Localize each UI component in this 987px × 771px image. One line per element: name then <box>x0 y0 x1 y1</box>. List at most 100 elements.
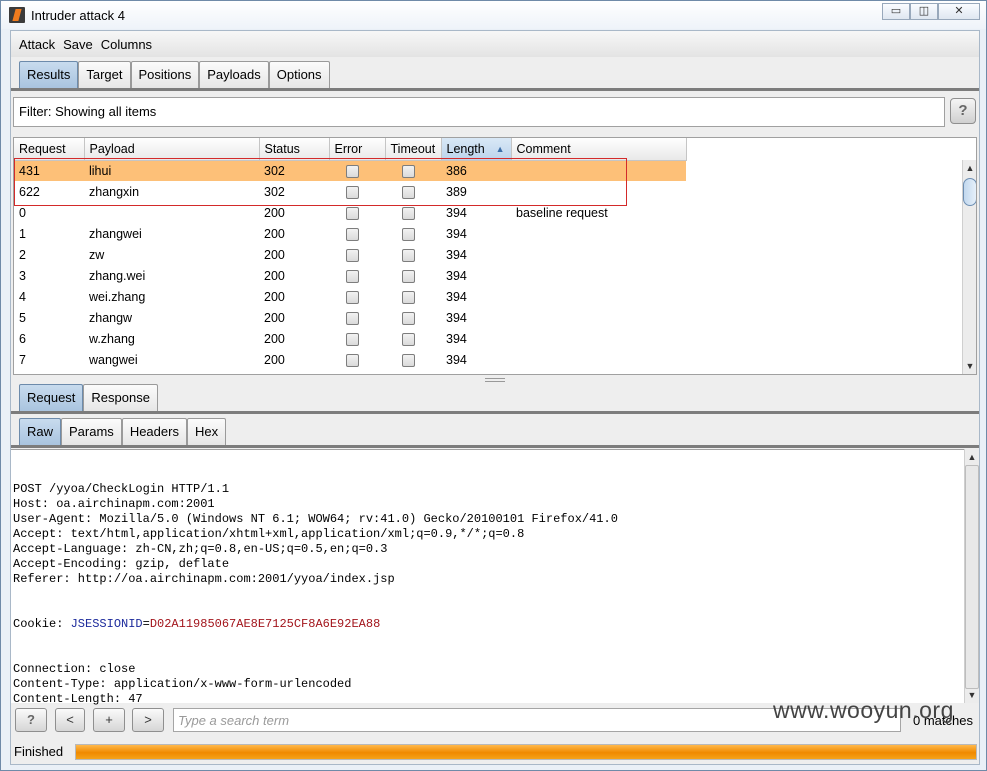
cell-length: 389 <box>446 184 467 199</box>
error-checkbox <box>346 248 359 262</box>
filter-help-icon[interactable]: ? <box>950 98 976 124</box>
cell-error <box>329 307 385 328</box>
timeout-checkbox <box>402 311 415 325</box>
tab-params[interactable]: Params <box>61 418 122 445</box>
raw-scroll-thumb[interactable] <box>965 465 979 689</box>
tab-request[interactable]: Request <box>19 384 84 411</box>
tab-positions[interactable]: Positions <box>130 61 200 88</box>
raw-line: Accept-Encoding: gzip, deflate <box>13 557 230 571</box>
search-help-icon[interactable]: ? <box>15 708 47 732</box>
cell-status: 200 <box>264 247 285 262</box>
col-comment[interactable]: Comment <box>511 138 687 161</box>
cell-payload: w.zhang <box>89 331 135 346</box>
tab-headers[interactable]: Headers <box>121 418 187 445</box>
raw-line: Content-Type: application/x-www-form-url… <box>13 677 352 691</box>
error-checkbox <box>346 185 359 199</box>
status-text: Finished <box>14 744 64 759</box>
timeout-checkbox <box>402 290 415 304</box>
results-scroll-thumb[interactable] <box>963 178 976 206</box>
tab-options[interactable]: Options <box>268 61 330 88</box>
raw-scroll-up-icon[interactable]: ▲ <box>966 451 978 463</box>
error-checkbox <box>346 311 359 325</box>
search-prev-button[interactable]: < <box>55 708 85 732</box>
cookie-label: Cookie: <box>13 617 71 631</box>
menu-save[interactable]: Save <box>63 37 93 52</box>
progress-fill <box>76 745 976 759</box>
cell-request: 6 <box>19 331 26 346</box>
cell-status: 200 <box>264 268 285 283</box>
col-request[interactable]: Request <box>14 138 85 161</box>
close-button[interactable]: ✕ <box>938 3 980 20</box>
cell-request: 431 <box>14 160 84 181</box>
cell-error <box>329 349 385 370</box>
restore-button[interactable]: ◫ <box>910 3 938 20</box>
error-checkbox <box>346 206 359 220</box>
cell-status: 200 <box>264 310 285 325</box>
cell-comment: baseline request <box>516 205 608 220</box>
table-row[interactable]: 4 wei.zhang 200 394 <box>14 286 686 307</box>
cell-timeout <box>385 307 441 328</box>
cell-status: 302 <box>259 160 329 181</box>
cell-length: 394 <box>446 289 467 304</box>
table-row[interactable]: 0 200 394 baseline request <box>14 202 686 223</box>
col-payload[interactable]: Payload <box>84 138 260 161</box>
cell-status: 200 <box>264 289 285 304</box>
raw-line: User-Agent: Mozilla/5.0 (Windows NT 6.1;… <box>13 512 618 526</box>
table-row[interactable]: 7 wangwei 200 394 <box>14 349 686 370</box>
menu-columns[interactable]: Columns <box>101 37 152 52</box>
cell-request: 4 <box>19 289 26 304</box>
results-scrollbar[interactable]: ▲ ▼ <box>962 160 976 374</box>
table-row[interactable]: 3 zhang.wei 200 394 <box>14 265 686 286</box>
table-row[interactable]: 5 zhangw 200 394 <box>14 307 686 328</box>
cell-length: 394 <box>446 331 467 346</box>
cookie-name: JSESSIONID <box>70 617 143 631</box>
col-status[interactable]: Status <box>259 138 330 161</box>
cell-length: 394 <box>446 205 467 220</box>
cell-status: 302 <box>264 184 285 199</box>
search-add-button[interactable]: + <box>93 708 125 732</box>
scroll-up-icon[interactable]: ▲ <box>964 162 976 174</box>
view-tab-divider <box>11 445 979 448</box>
table-row[interactable]: 6 w.zhang 200 394 <box>14 328 686 349</box>
error-checkbox <box>346 227 359 241</box>
timeout-checkbox <box>402 206 415 220</box>
filter-bar[interactable]: Filter: Showing all items <box>13 97 945 127</box>
tab-hex[interactable]: Hex <box>186 418 227 445</box>
search-next-button[interactable]: > <box>132 708 164 732</box>
col-length[interactable]: Length ▲ <box>441 138 512 161</box>
raw-request-editor[interactable]: POST /yyoa/CheckLogin HTTP/1.1 Host: oa.a… <box>11 449 977 706</box>
splitter-handle[interactable] <box>485 378 505 382</box>
cell-error <box>329 202 385 223</box>
table-row[interactable]: 1 zhangwei 200 394 <box>14 223 686 244</box>
table-row[interactable]: 2 zw 200 394 <box>14 244 686 265</box>
title-bar: Intruder attack 4 ▭ ◫ ✕ <box>1 1 986 29</box>
cell-error <box>329 265 385 286</box>
cell-status: 200 <box>264 352 285 367</box>
col-timeout[interactable]: Timeout <box>385 138 442 161</box>
raw-scroll-down-icon[interactable]: ▼ <box>966 689 978 701</box>
cell-payload: zhangxin <box>89 184 140 199</box>
error-checkbox <box>346 290 359 304</box>
tab-response[interactable]: Response <box>83 384 158 411</box>
cell-timeout <box>385 349 441 370</box>
cell-comment <box>511 349 686 370</box>
timeout-checkbox <box>402 164 415 178</box>
error-checkbox <box>346 164 359 178</box>
tab-raw[interactable]: Raw <box>19 418 62 445</box>
detail-tab-divider <box>11 411 979 414</box>
minimize-button[interactable]: ▭ <box>882 3 910 20</box>
menu-attack[interactable]: Attack <box>19 37 55 52</box>
tab-results[interactable]: Results <box>19 61 79 88</box>
cell-timeout <box>385 244 441 265</box>
cell-timeout <box>385 286 441 307</box>
tab-target[interactable]: Target <box>78 61 131 88</box>
error-checkbox <box>346 269 359 283</box>
raw-line: Accept-Language: zh-CN,zh;q=0.8,en-US;q=… <box>13 542 388 556</box>
table-row[interactable]: 622 zhangxin 302 389 <box>14 181 686 202</box>
raw-scrollbar[interactable]: ▲ ▼ <box>964 449 979 703</box>
tab-payloads[interactable]: Payloads <box>199 61 269 88</box>
scroll-down-icon[interactable]: ▼ <box>964 360 976 372</box>
col-error[interactable]: Error <box>329 138 386 161</box>
table-row[interactable]: 431 lihui 302 386 <box>14 160 686 181</box>
cell-payload: lihui <box>84 160 259 181</box>
